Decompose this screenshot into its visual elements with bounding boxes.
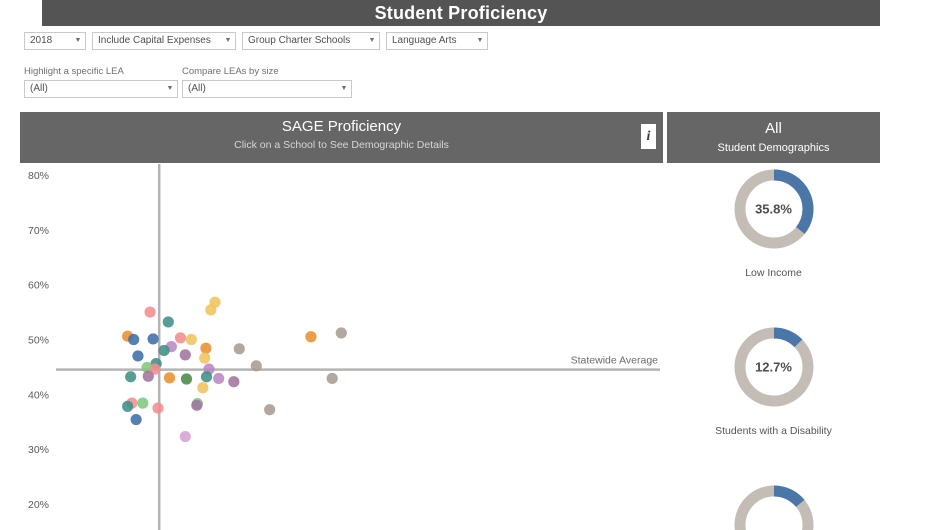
chevron-down-icon: ▼ [74,37,82,44]
scatter-point[interactable] [130,413,142,426]
y-axis-tick-label: 60% [28,280,49,292]
donut-third-partial[interactable] [667,480,880,530]
sage-panel-subtitle: Click on a School to See Demographic Det… [234,139,449,151]
page-title-text: Student Proficiency [374,2,548,23]
sage-proficiency-header: SAGE Proficiency Click on a School to Se… [20,112,663,163]
highlight-lea-dropdown[interactable]: (All) ▼ [24,80,178,98]
scatter-point[interactable] [197,382,209,394]
scatter-point[interactable] [125,371,137,383]
scatter-point[interactable] [199,352,211,364]
scatter-point[interactable] [305,331,317,343]
scatter-point[interactable] [335,327,347,339]
donut-caption: Low Income [745,267,802,279]
donut-chart-wrap: 35.8% [729,164,819,254]
chevron-down-icon: ▼ [368,37,376,44]
y-axis-tick-label: 80% [28,170,49,182]
highlight-lea-group: Highlight a specific LEA (All) ▼ [24,66,178,98]
demographics-donut-column: 35.8% Low Income 12.7% Students with a D… [667,164,880,530]
scatter-point[interactable] [122,400,134,412]
statewide-average-label: Statewide Average [571,355,659,367]
sage-panel-title: SAGE Proficiency [281,118,402,135]
y-axis-tick-label: 20% [28,499,49,511]
donut-value: 12.7% [755,359,792,375]
scatter-point[interactable] [185,333,197,346]
scatter-point[interactable] [162,316,174,328]
y-axis-tick-label: 30% [28,444,49,456]
donut-students-with-disability[interactable]: 12.7% Students with a Disability [667,322,880,437]
y-axis-tick-label: 50% [28,335,49,347]
scatter-point[interactable] [250,360,262,372]
chevron-down-icon: ▼ [476,37,484,44]
compare-lea-label: Compare LEAs by size [182,66,279,77]
capital-expenses-dropdown[interactable]: Include Capital Expenses ▼ [92,32,236,50]
scatter-point[interactable] [179,349,191,361]
subject-dropdown-value: Language Arts [392,35,457,46]
scatter-point[interactable] [180,373,193,385]
scatter-point[interactable] [137,397,149,409]
scatter-point[interactable] [228,376,240,388]
scatter-point[interactable] [142,370,154,382]
scatter-point[interactable] [179,430,191,443]
chevron-down-icon: ▼ [340,85,348,92]
demographics-panel-subtitle: Student Demographics [717,142,830,154]
y-axis-tick-label: 40% [28,389,49,401]
chevron-down-icon: ▼ [166,85,174,92]
scatter-point[interactable] [144,306,156,318]
donut-ring-icon [734,485,813,530]
scatter-point[interactable] [128,333,140,346]
scatter-point[interactable] [200,371,213,383]
scatter-point[interactable] [174,332,187,344]
highlight-lea-value: (All) [30,83,48,94]
grouping-dropdown-value: Group Charter Schools [248,35,351,46]
scatter-point[interactable] [200,342,212,354]
chevron-down-icon: ▼ [224,37,232,44]
year-dropdown[interactable]: 2018 ▼ [24,32,86,50]
top-filter-row: 2018 ▼ Include Capital Expenses ▼ Group … [24,32,488,50]
scatter-point[interactable] [233,343,245,355]
scatter-point[interactable] [152,402,164,414]
scatter-point[interactable] [147,333,159,345]
page-title: Student Proficiency [42,0,880,26]
donut-caption: Students with a Disability [715,425,832,437]
demographics-panel-title: All [765,120,782,137]
y-axis-tick-label: 70% [28,225,49,237]
highlight-lea-label: Highlight a specific LEA [24,66,124,77]
student-demographics-header: All Student Demographics [667,112,880,163]
scatter-point[interactable] [132,350,144,362]
compare-lea-group: Compare LEAs by size (All) ▼ [182,66,352,98]
donut-chart-wrap: 12.7% [729,322,819,412]
scatter-point[interactable] [158,344,170,357]
scatter-point[interactable] [213,372,225,385]
grouping-dropdown[interactable]: Group Charter Schools ▼ [242,32,380,50]
scatter-point[interactable] [326,372,338,385]
donut-low-income[interactable]: 35.8% Low Income [667,164,880,279]
donut-chart-wrap [729,480,819,530]
scatter-point[interactable] [163,372,176,384]
capital-expenses-dropdown-value: Include Capital Expenses [98,35,211,46]
scatter-point[interactable] [191,399,203,411]
sage-proficiency-scatter-chart[interactable]: 80% 70% 60% 50% 40% 30% 20% Statewide Average [20,164,663,530]
dashboard-root: Student Proficiency 2018 ▼ Include Capit… [0,0,950,530]
secondary-filter-row: Highlight a specific LEA (All) ▼ Compare… [24,66,352,98]
year-dropdown-value: 2018 [30,35,53,46]
scatter-point[interactable] [205,304,217,316]
scatter-point[interactable] [264,404,276,416]
info-icon[interactable]: i [641,124,656,149]
subject-dropdown[interactable]: Language Arts ▼ [386,32,488,50]
scatter-plot-svg: 80% 70% 60% 50% 40% 30% 20% Statewide Average [28,164,660,530]
donut-value: 35.8% [755,201,792,217]
compare-lea-dropdown[interactable]: (All) ▼ [182,80,352,98]
compare-lea-value: (All) [188,83,206,94]
